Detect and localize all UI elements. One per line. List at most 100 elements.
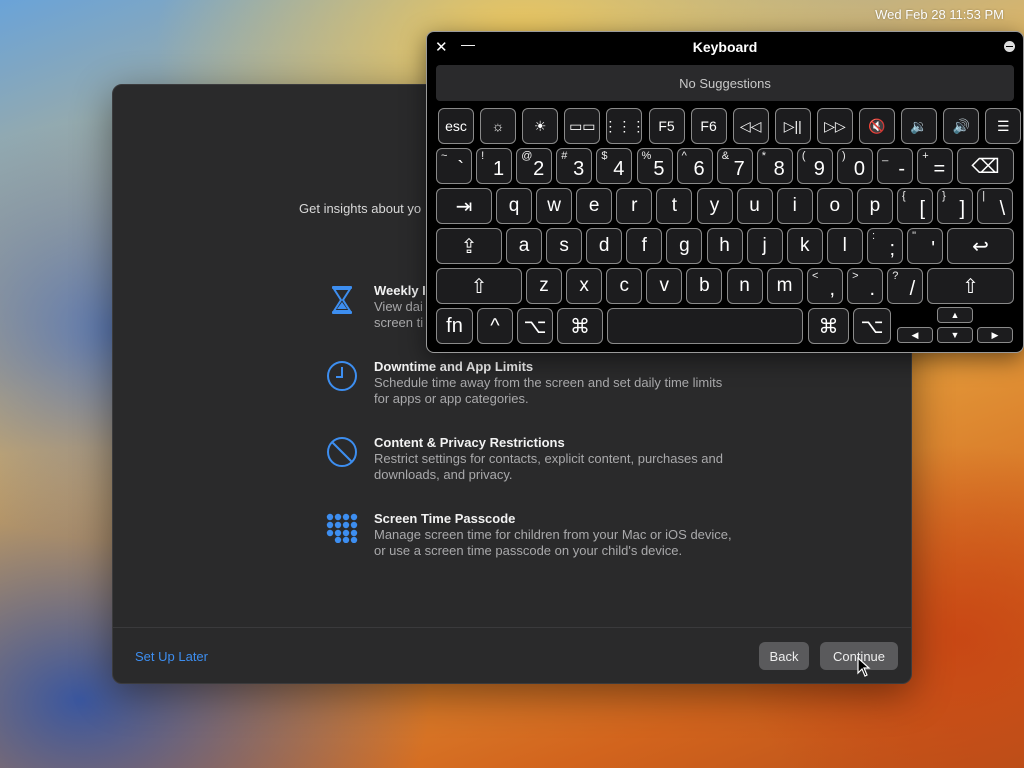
key-e[interactable]: e [576, 188, 613, 224]
key-mute[interactable]: 🔇 [859, 108, 895, 144]
key-semicolon-shift-label: : [872, 230, 876, 242]
key-g[interactable]: g [666, 228, 703, 264]
key-slash[interactable]: ? / [887, 268, 924, 304]
key-`-shift-label: ~ [441, 150, 448, 162]
key-command-right[interactable]: ⌘ [808, 308, 849, 344]
key-control[interactable]: ^ [477, 308, 513, 344]
key-`[interactable]: ~ ` [436, 148, 472, 184]
suggestions-bar: No Suggestions [436, 65, 1014, 101]
key-=[interactable]: + = [917, 148, 954, 184]
key-9[interactable]: (9 [796, 148, 833, 184]
dot-grid-icon [325, 511, 359, 545]
menubar-clock[interactable]: Wed Feb 28 11:53 PM [875, 7, 1004, 22]
key-period[interactable]: >. [847, 268, 884, 304]
key-4[interactable]: $4 [596, 148, 633, 184]
back-button[interactable]: Back [759, 642, 809, 670]
key-delete[interactable]: ⌫ [957, 148, 1014, 184]
key-launchpad[interactable]: ⋮⋮⋮ [606, 108, 643, 144]
key-comma-label: , [829, 278, 835, 300]
key-volume-up[interactable]: 🔊 [943, 108, 980, 144]
feature-weekly-title: Weekly I [374, 283, 426, 298]
key-shift-right[interactable]: ⇧ [927, 268, 1014, 304]
key-5[interactable]: % 5 [636, 148, 673, 184]
key-comma[interactable]: <, [807, 268, 843, 304]
key-=-label: = [933, 158, 946, 180]
key-comma-shift-label: < [812, 270, 819, 282]
key-list[interactable]: ☰ [985, 108, 1022, 144]
key-play-pause[interactable]: ▷|| [774, 108, 811, 144]
key-6[interactable]: ^ 6 [676, 148, 713, 184]
key-2[interactable]: @2 [516, 148, 553, 184]
key-arrow-up[interactable]: ▲ [937, 307, 973, 323]
key-7[interactable]: & 7 [716, 148, 753, 184]
key-1[interactable]: ! 1 [476, 148, 513, 184]
key-0-shift-label: ) [842, 150, 846, 162]
key-7-label: 7 [733, 158, 745, 180]
key-8[interactable]: * 8 [756, 148, 793, 184]
key-rewind[interactable]: ◁◁ [732, 108, 769, 144]
key-space[interactable] [607, 308, 803, 344]
key-esc[interactable]: esc [438, 108, 474, 144]
key-arrow-left[interactable]: ◀ [897, 327, 933, 343]
key-command-left[interactable]: ⌘ [557, 308, 603, 344]
key-f[interactable]: f [626, 228, 663, 264]
key-arrow-right[interactable]: ▶ [977, 327, 1013, 343]
key-bracket-left[interactable]: {[ [897, 188, 933, 224]
key-i[interactable]: i [776, 188, 813, 224]
key-y[interactable]: y [696, 188, 733, 224]
key-d[interactable]: d [586, 228, 623, 264]
key-brightness-up[interactable]: ☀ [522, 108, 559, 144]
key-z[interactable]: z [526, 268, 562, 304]
key-r[interactable]: r [616, 188, 653, 224]
key-v[interactable]: v [646, 268, 683, 304]
key-bracket-right[interactable]: }] [937, 188, 974, 224]
key-n[interactable]: n [726, 268, 763, 304]
key-bracket-left-shift-label: { [902, 190, 906, 202]
key-s[interactable]: s [546, 228, 583, 264]
key-4-shift-label: $ [601, 150, 608, 162]
key-j[interactable]: j [746, 228, 783, 264]
key-tab[interactable]: ⇥ [436, 188, 492, 224]
key-q[interactable]: q [496, 188, 532, 224]
key-arrow-down[interactable]: ▼ [937, 327, 973, 343]
key-k[interactable]: k [786, 228, 823, 264]
key-quote[interactable]: " ' [907, 228, 944, 264]
key-brightness-down[interactable]: ☼ [480, 108, 517, 144]
key--[interactable]: _ - [877, 148, 914, 184]
footer-divider [113, 627, 911, 628]
key-fn[interactable]: fn [436, 308, 473, 344]
key-volume-down[interactable]: 🔉 [901, 108, 938, 144]
key-h[interactable]: h [706, 228, 743, 264]
key-l[interactable]: l [826, 228, 863, 264]
key-a[interactable]: a [506, 228, 542, 264]
key-mission-control[interactable]: ▭▭ [564, 108, 601, 144]
key-return[interactable]: ↩ [947, 228, 1014, 264]
key-option-right[interactable]: ⌥ [853, 308, 891, 344]
key-f6[interactable]: F6 [690, 108, 727, 144]
key-f5[interactable]: F5 [648, 108, 685, 144]
key-m[interactable]: m [766, 268, 803, 304]
key-u[interactable]: u [736, 188, 773, 224]
prohibited-icon [325, 435, 359, 469]
key-shift-left[interactable]: ⇧ [436, 268, 522, 304]
set-up-later-link[interactable]: Set Up Later [135, 649, 208, 664]
key-caps-lock[interactable]: ⇪ [436, 228, 502, 264]
key-c[interactable]: c [606, 268, 643, 304]
key-backslash-shift-label: | [982, 190, 986, 202]
key-bracket-right-shift-label: } [942, 190, 946, 202]
key-t[interactable]: t [656, 188, 693, 224]
key-0-label: 0 [853, 158, 865, 180]
key-fast-forward[interactable]: ▷▷ [816, 108, 853, 144]
key-backslash[interactable]: | \ [977, 188, 1014, 224]
key-option-left[interactable]: ⌥ [517, 308, 553, 344]
key-w[interactable]: w [536, 188, 573, 224]
key-3[interactable]: #3 [556, 148, 593, 184]
key-0[interactable]: ) 0 [837, 148, 873, 184]
key-x[interactable]: x [566, 268, 603, 304]
more-options-icon[interactable] [1004, 41, 1015, 52]
key-semicolon[interactable]: :; [867, 228, 903, 264]
key-b[interactable]: b [686, 268, 723, 304]
key-period-shift-label: > [852, 270, 859, 282]
key-p[interactable]: p [856, 188, 893, 224]
key-o[interactable]: o [816, 188, 853, 224]
